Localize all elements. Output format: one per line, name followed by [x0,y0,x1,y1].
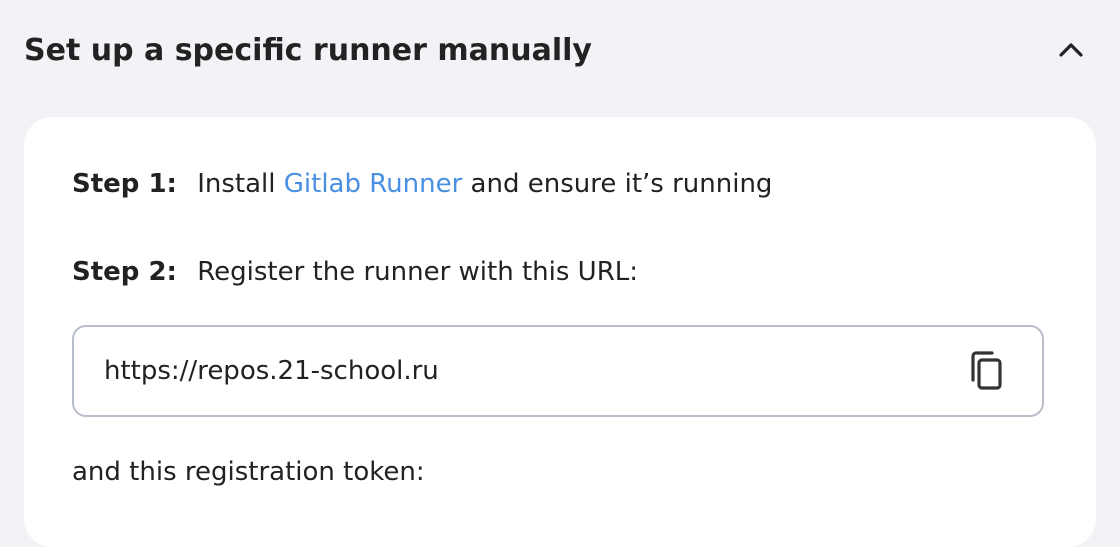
step-1-text-before: Install [197,169,276,199]
gitlab-runner-link[interactable]: Gitlab Runner [284,169,463,199]
runner-url-value[interactable]: https://repos.21-school.ru [104,356,439,386]
section-header[interactable]: Set up a specific runner manually [24,0,1096,100]
step-2-text: Register the runner with this URL: [197,257,639,287]
registration-token-label: and this registration token: [72,457,425,487]
step-1-label: Step 1: [72,169,177,199]
runner-setup-card: Step 1: Install Gitlab Runner and ensure… [24,117,1096,547]
step-2: Step 2: Register the runner with this UR… [72,257,638,287]
step-2-label: Step 2: [72,257,177,287]
runner-url-field[interactable]: https://repos.21-school.ru [72,325,1044,417]
section-title: Set up a specific runner manually [24,32,592,68]
copy-icon[interactable] [966,351,1006,391]
chevron-up-icon[interactable] [1056,35,1086,65]
step-1: Step 1: Install Gitlab Runner and ensure… [72,169,772,199]
step-1-text-after: and ensure it’s running [470,169,773,199]
